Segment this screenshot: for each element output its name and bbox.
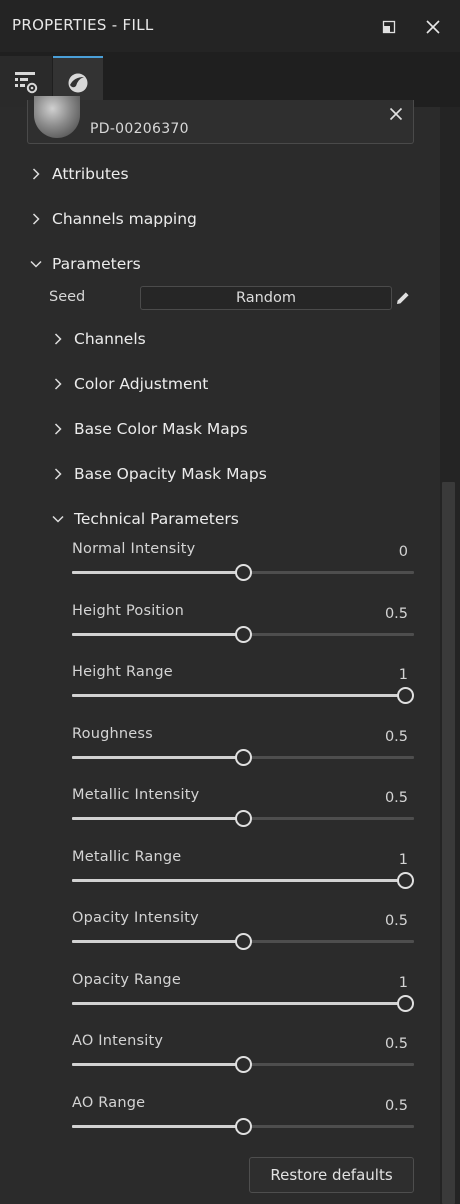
param-label: Height Position (72, 603, 184, 619)
chevron-right-icon (54, 378, 62, 390)
subsection-label: Technical Parameters (74, 510, 239, 528)
param-label: Normal Intensity (72, 541, 196, 557)
subsection-label: Base Color Mask Maps (74, 420, 248, 438)
slider-handle[interactable] (235, 1056, 252, 1073)
slider-handle[interactable] (397, 872, 414, 889)
chevron-right-icon (32, 168, 40, 180)
slider-handle[interactable] (235, 564, 252, 581)
slider-fill (72, 694, 406, 697)
param-label: Opacity Intensity (72, 910, 199, 926)
param-label: Height Range (72, 664, 173, 680)
slider-fill (72, 817, 239, 820)
undock-icon (382, 20, 396, 34)
resource-item[interactable]: PD-00206370 (27, 96, 414, 144)
slider-handle[interactable] (235, 1118, 252, 1135)
slider-fill (72, 940, 239, 943)
restore-defaults-button[interactable]: Restore defaults (249, 1157, 414, 1193)
param-label: Metallic Intensity (72, 787, 200, 803)
param-label: Metallic Range (72, 849, 182, 865)
param-value[interactable]: 0.5 (385, 913, 408, 929)
chevron-down-icon (52, 515, 64, 523)
undock-button[interactable] (378, 16, 400, 38)
close-icon (389, 107, 403, 121)
pencil-icon (397, 292, 409, 304)
param-value[interactable]: 0 (399, 544, 408, 560)
param-opacity-range: Opacity Range 1 (72, 972, 414, 1022)
param-normal-intensity: Normal Intensity 0 (72, 541, 414, 591)
param-label: Opacity Range (72, 972, 181, 988)
param-value[interactable]: 1 (399, 975, 408, 991)
param-metallic-range: Metallic Range 1 (72, 849, 414, 899)
slider-fill (72, 1063, 239, 1066)
subsection-base-opacity-mask-maps[interactable]: Base Opacity Mask Maps (51, 465, 267, 483)
scrollbar-thumb[interactable] (442, 482, 455, 1204)
param-value[interactable]: 0.5 (385, 606, 408, 622)
resource-name: PD-00206370 (90, 121, 189, 137)
param-value[interactable]: 0.5 (385, 729, 408, 745)
section-parameters[interactable]: Parameters (29, 255, 141, 273)
subsection-channels[interactable]: Channels (51, 330, 146, 348)
param-value[interactable]: 0.5 (385, 790, 408, 806)
param-ao-range: AO Range 0.5 (72, 1095, 414, 1145)
seed-label: Seed (49, 289, 86, 305)
section-label: Parameters (52, 255, 141, 273)
param-metallic-intensity: Metallic Intensity 0.5 (72, 787, 414, 837)
panel-titlebar: PROPERTIES - FILL (0, 0, 460, 52)
param-value[interactable]: 1 (399, 667, 408, 683)
chevron-right-icon (54, 333, 62, 345)
slider-handle[interactable] (235, 933, 252, 950)
chevron-right-icon (32, 213, 40, 225)
subsection-technical-parameters[interactable]: Technical Parameters (51, 510, 239, 528)
slider-fill (72, 756, 239, 759)
slider-fill (72, 879, 406, 882)
param-label: Roughness (72, 726, 153, 742)
close-icon (426, 20, 440, 34)
section-channels-mapping[interactable]: Channels mapping (29, 210, 197, 228)
panel-title: PROPERTIES - FILL (12, 16, 154, 34)
subsection-label: Channels (74, 330, 146, 348)
chevron-right-icon (54, 423, 62, 435)
section-label: Attributes (52, 165, 129, 183)
param-value[interactable]: 1 (399, 852, 408, 868)
resource-thumbnail (34, 96, 80, 138)
param-opacity-intensity: Opacity Intensity 0.5 (72, 910, 414, 960)
edit-seed-button[interactable] (395, 290, 411, 310)
slider-fill (72, 1002, 406, 1005)
material-sphere-icon (68, 73, 88, 92)
section-attributes[interactable]: Attributes (29, 165, 129, 183)
slider-handle[interactable] (235, 810, 252, 827)
section-label: Channels mapping (52, 210, 197, 228)
remove-resource-button[interactable] (389, 106, 403, 125)
param-value[interactable]: 0.5 (385, 1036, 408, 1052)
param-roughness: Roughness 0.5 (72, 726, 414, 776)
close-panel-button[interactable] (422, 16, 444, 38)
subsection-label: Color Adjustment (74, 375, 209, 393)
param-label: AO Range (72, 1095, 146, 1111)
chevron-right-icon (54, 468, 62, 480)
slider-handle[interactable] (397, 995, 414, 1012)
param-height-range: Height Range 1 (72, 664, 414, 714)
subsection-base-color-mask-maps[interactable]: Base Color Mask Maps (51, 420, 248, 438)
subsection-label: Base Opacity Mask Maps (74, 465, 267, 483)
slider-fill (72, 1125, 239, 1128)
subsection-color-adjustment[interactable]: Color Adjustment (51, 375, 208, 393)
slider-handle[interactable] (235, 749, 252, 766)
layer-properties-icon (15, 71, 38, 93)
param-value[interactable]: 0.5 (385, 1098, 408, 1114)
param-label: AO Intensity (72, 1033, 164, 1049)
slider-fill (72, 571, 239, 574)
slider-handle[interactable] (397, 687, 414, 704)
slider-fill (72, 633, 239, 636)
random-seed-button[interactable]: Random (140, 286, 392, 310)
chevron-down-icon (30, 260, 42, 268)
param-ao-intensity: AO Intensity 0.5 (72, 1033, 414, 1083)
param-height-position: Height Position 0.5 (72, 603, 414, 653)
slider-handle[interactable] (235, 626, 252, 643)
